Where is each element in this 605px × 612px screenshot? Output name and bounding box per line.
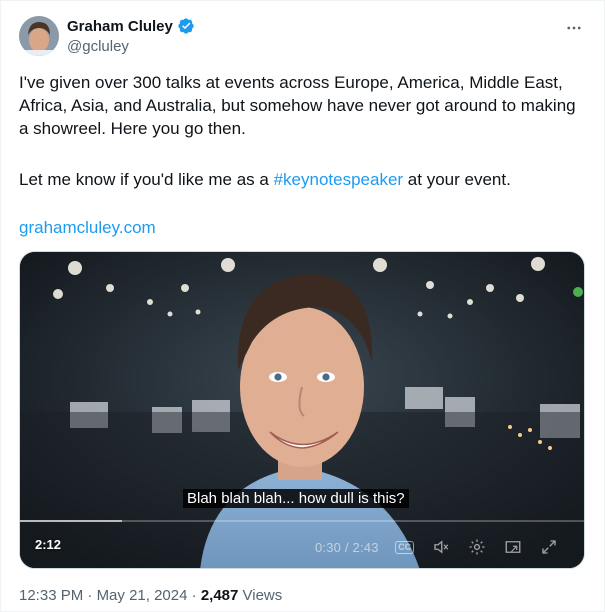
meta-separator: ·: [187, 587, 201, 604]
verified-badge-icon: [178, 18, 194, 34]
meta-separator: ·: [83, 587, 97, 604]
author-handle[interactable]: @gcluley: [67, 38, 129, 55]
avatar-image: [19, 16, 59, 56]
author-name-row: Graham Cluley: [67, 17, 195, 35]
views-count: 2,487: [200, 587, 239, 604]
fullscreen-icon[interactable]: [539, 537, 559, 557]
tweet-text: I've given over 300 talks at events acro…: [19, 71, 589, 140]
tweet-paragraph-2: Let me know if you'd like me as a #keyno…: [19, 168, 511, 191]
video-controls: 0:30 / 2:43 CC: [315, 536, 559, 558]
more-horizontal-icon[interactable]: [564, 18, 584, 38]
captions-button[interactable]: CC: [395, 537, 415, 557]
picture-in-picture-icon[interactable]: [503, 537, 523, 557]
video-progress-fill: [20, 520, 122, 522]
hashtag-link[interactable]: #keynotespeaker: [274, 170, 403, 189]
views-label: Views: [238, 587, 283, 604]
video-player[interactable]: Blah blah blah... how dull is this? 2:12…: [19, 251, 585, 569]
website-link[interactable]: grahamcluley.com: [19, 216, 156, 239]
video-progress-bar[interactable]: [20, 520, 584, 522]
tweet-paragraph-1: I've given over 300 talks at events acro…: [19, 73, 576, 138]
avatar[interactable]: [19, 16, 59, 56]
gear-icon[interactable]: [467, 537, 487, 557]
tweet-date[interactable]: May 21, 2024: [97, 587, 188, 604]
video-caption: Blah blah blah... how dull is this?: [183, 489, 409, 508]
tweet-paragraph-2-before: Let me know if you'd like me as a: [19, 170, 274, 189]
volume-muted-icon[interactable]: [431, 537, 451, 557]
tweet-meta: 12:33 PM · May 21, 2024 · 2,487 Views: [19, 587, 282, 604]
captions-label: CC: [395, 540, 415, 554]
tweet-card: Graham Cluley @gcluley I've given over 3…: [0, 0, 605, 612]
tweet-time[interactable]: 12:33 PM: [19, 587, 83, 604]
video-elapsed-badge: 2:12: [35, 537, 62, 552]
video-time-readout: 0:30 / 2:43: [315, 539, 379, 555]
author-name[interactable]: Graham Cluley: [67, 18, 173, 35]
tweet-paragraph-2-after: at your event.: [403, 170, 511, 189]
